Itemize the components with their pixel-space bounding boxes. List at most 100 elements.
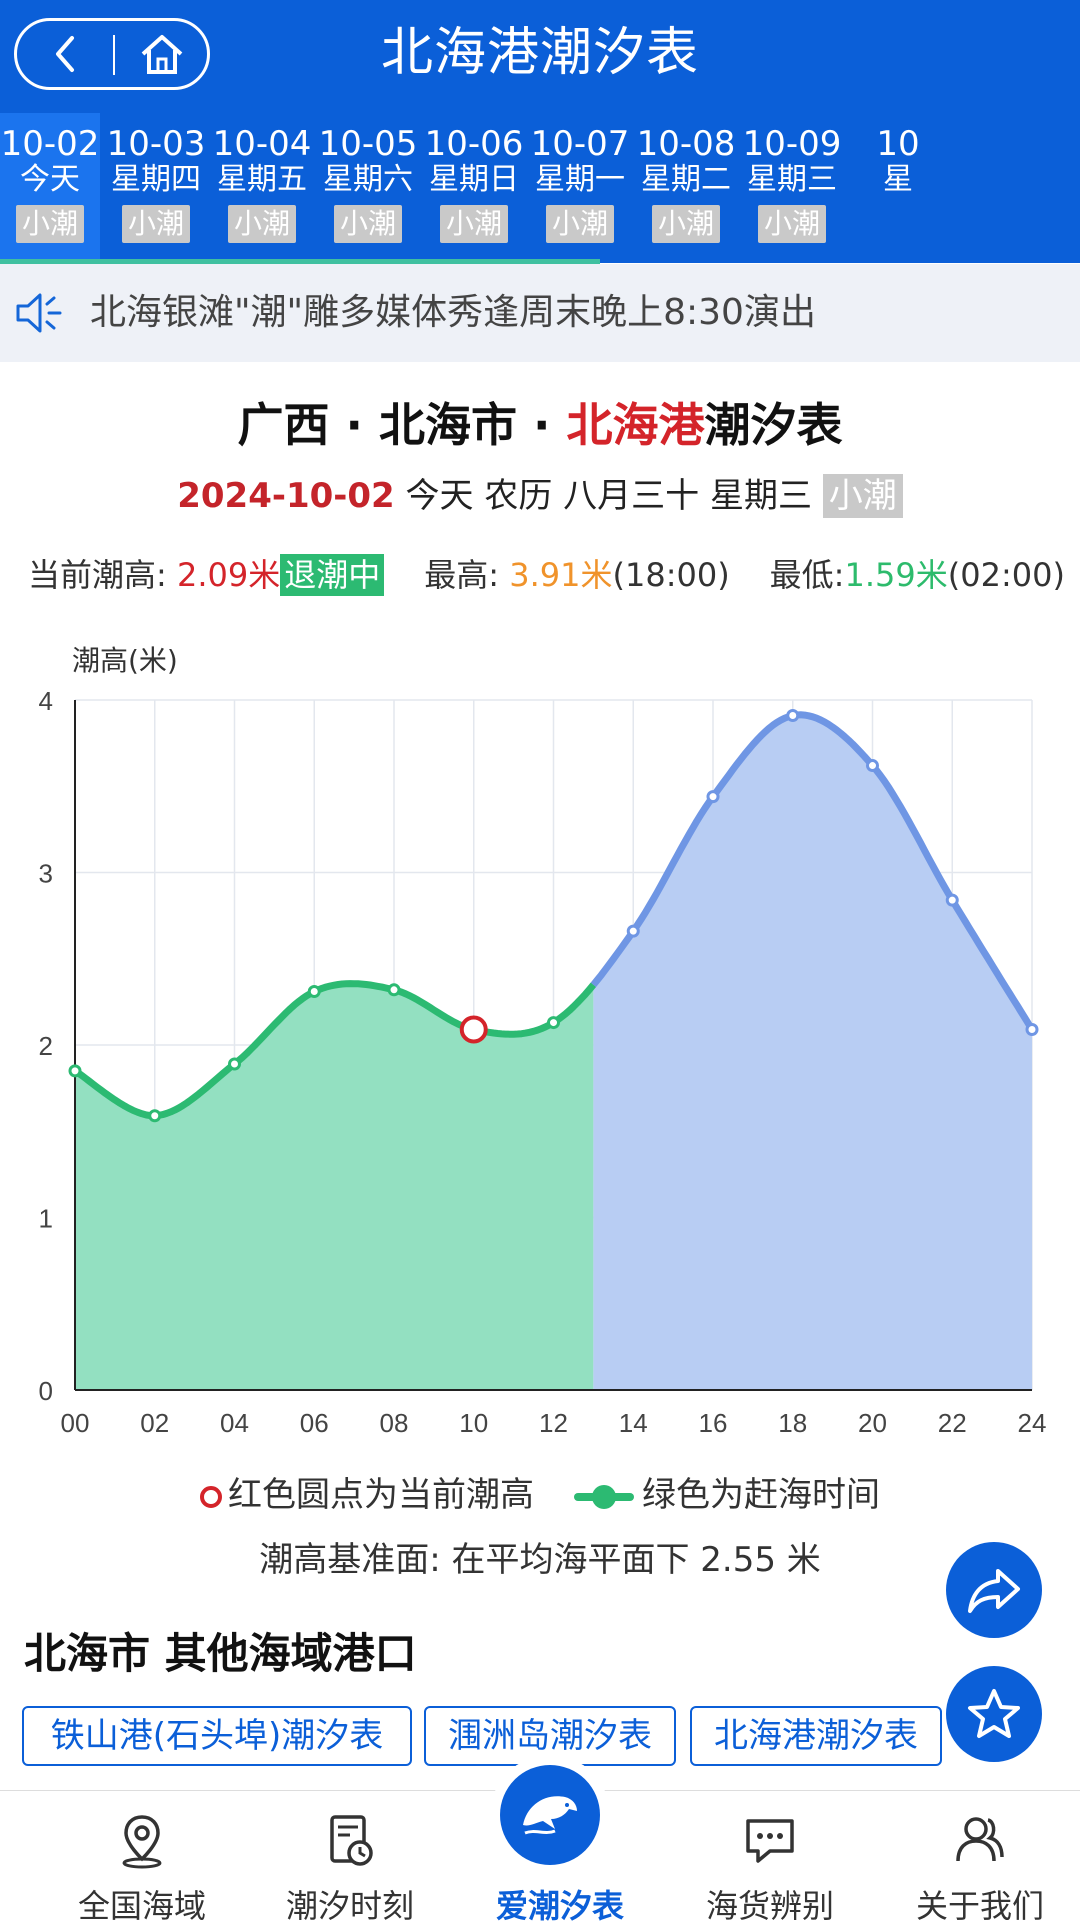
x-tick-label: 14 [619, 1408, 648, 1438]
other-ports-title: 北海市 其他海域港口 [24, 1629, 417, 1678]
data-point [866, 759, 879, 773]
back-button[interactable] [17, 21, 113, 87]
date-tab[interactable]: 10-04 星期五小潮 [212, 113, 312, 263]
tab-label: 全国海域 [77, 1887, 206, 1925]
data-point [547, 1016, 560, 1030]
data-point [945, 893, 959, 907]
date-tab[interactable]: 10-08 星期二 小潮 [636, 113, 736, 263]
date-tab-weekday: 星期日 [429, 162, 519, 197]
date-tab[interactable]: 10-07 星期一 小潮 [530, 113, 630, 263]
date-tab-weekday: 今天 [20, 162, 80, 197]
tide-datum-note: 潮高基准面: 在平均海平面下 2.55 米 [259, 1540, 821, 1580]
tab-seafood-id[interactable]: 海货辨别 [680, 1791, 860, 1932]
max-height-time: (18:00) [612, 556, 730, 594]
x-tick-label: 12 [539, 1408, 568, 1438]
date-tab-tide-badge: 小潮 [333, 205, 402, 243]
users-icon [956, 1817, 1004, 1862]
min-height-time: (02:00) [947, 556, 1065, 594]
date-tab[interactable]: 10-05 星期六 小潮 [318, 113, 418, 263]
date-tab-weekday: 星期一 [535, 162, 625, 197]
date-tab-weekday: 星期五 [217, 162, 307, 197]
tab-national-waters[interactable]: 全国海域 [52, 1791, 232, 1932]
port-link-tieshan[interactable]: 铁山港(石头埠)潮汐表 [22, 1706, 412, 1766]
tab-about-us[interactable]: 关于我们 [890, 1791, 1070, 1932]
chart-legend: 红色圆点为当前潮高 绿色为赶海时间 [0, 1470, 1080, 1520]
tab-label: 海货辨别 [705, 1887, 834, 1925]
date-tab[interactable]: 10-02 今天小潮 [0, 113, 100, 263]
date-tab-tide-badge: 小潮 [545, 205, 614, 243]
data-point [786, 709, 800, 723]
data-point [626, 924, 640, 938]
date-tab-date: 10-04 [212, 124, 312, 164]
min-height-label: 最低: [769, 556, 845, 594]
app-header: 北海港潮汐表 [0, 0, 1080, 113]
date-tab-tide-badge: 小潮 [439, 205, 508, 243]
x-tick-label: 10 [459, 1408, 488, 1438]
legend-current-label: 红色圆点为当前潮高 [228, 1475, 534, 1515]
max-height-value: 3.91米 [509, 556, 613, 594]
date-tab-tide-badge: 小潮 [227, 205, 296, 243]
data-point [1025, 1022, 1039, 1036]
x-tick-label: 22 [938, 1408, 967, 1438]
current-height-label: 当前潮高: [28, 556, 177, 594]
date-tab[interactable]: 10-03 星期四小潮 [106, 113, 206, 263]
share-icon [968, 1569, 1020, 1613]
chevron-left-icon [56, 36, 74, 72]
date-tab-tide-badge: 小潮 [757, 205, 826, 243]
green-line-icon [574, 1484, 634, 1509]
tab-label: 潮汐时刻 [285, 1887, 414, 1925]
share-button[interactable] [946, 1542, 1042, 1638]
y-tick-label: 4 [39, 686, 53, 716]
current-height-value: 2.09米 [176, 556, 281, 594]
x-tick-label: 08 [380, 1408, 409, 1438]
data-point [307, 985, 321, 999]
speaker-icon [16, 293, 62, 333]
y-tick-label: 1 [39, 1204, 53, 1234]
date-tab-tide-badge: 小潮 [15, 205, 84, 243]
date-tab[interactable]: 10-06 星期日小潮 [424, 113, 524, 263]
chat-bubble-icon [746, 1819, 794, 1863]
title-suffix: 潮汐表 [704, 398, 843, 452]
port-link-beihai[interactable]: 北海港潮汐表 [690, 1706, 942, 1766]
current-tide-point [459, 1015, 488, 1044]
date-tab-strip: 10-02 今天 小潮 10-03 星期四 小潮 10-04 星期五 小潮 10-05 星期六 小潮 1… [0, 113, 1080, 263]
subtitle-date: 2024-10-02 [177, 476, 395, 516]
date-tab-date: 10-09 [742, 124, 842, 164]
legend-green-label: 绿色为赶海时间 [642, 1475, 880, 1515]
y-tick-label: 3 [39, 859, 53, 889]
y-tick-label: 2 [39, 1031, 53, 1061]
date-tab-date: 10-02 [0, 124, 100, 164]
blue-area [593, 714, 1032, 1390]
ebb-status-badge: 退潮中 [280, 554, 385, 596]
x-tick-label: 24 [1018, 1408, 1047, 1438]
date-tab-weekday: 星 [883, 162, 913, 197]
tide-clock-icon [330, 1815, 373, 1866]
x-tick-label: 00 [61, 1408, 90, 1438]
x-tick-label: 20 [858, 1408, 887, 1438]
red-dot-icon [200, 1485, 222, 1508]
date-tab-date: 10-08 [636, 124, 736, 164]
home-icon [141, 35, 183, 74]
date-tab-weekday: 星期三 [747, 162, 837, 197]
data-point [68, 1064, 82, 1078]
notice-bar[interactable]: 北海银滩"潮"雕多媒体秀逢周末晚上8:30演出 [0, 264, 1080, 362]
date-tab-tide-badge: 小潮 [121, 205, 190, 243]
home-button[interactable] [115, 21, 209, 87]
data-point [387, 983, 401, 997]
x-tick-label: 06 [300, 1408, 329, 1438]
center-tab-inner [500, 1765, 600, 1865]
date-tab[interactable]: 10-09 星期三小潮 [742, 113, 842, 263]
date-subtitle: 2024-10-02 今天 农历 八月三十 星期三 小潮 [0, 470, 1080, 522]
date-tab-weekday: 星期六 [323, 162, 413, 197]
date-tab-weekday: 星期四 [111, 162, 201, 197]
date-tab-date: 10-06 [424, 124, 524, 164]
date-tab-weekday: 星期二 [641, 162, 731, 197]
tide-stats: 当前潮高: 2.09米 退潮中 最高: 3.91米(18:00) 最低:1.59米(0… [28, 550, 1068, 600]
x-tick-label: 02 [140, 1408, 169, 1438]
date-tab-date: 10-03 [106, 124, 206, 164]
date-tab[interactable]: 10 星 [848, 113, 948, 263]
notice-text: 北海银滩"潮"雕多媒体秀逢周末晚上8:30演出 [90, 292, 816, 333]
tab-label: 爱潮汐表 [495, 1887, 624, 1925]
tab-tide-times[interactable]: 潮汐时刻 [260, 1791, 440, 1932]
center-tab-button[interactable] [490, 1755, 610, 1875]
